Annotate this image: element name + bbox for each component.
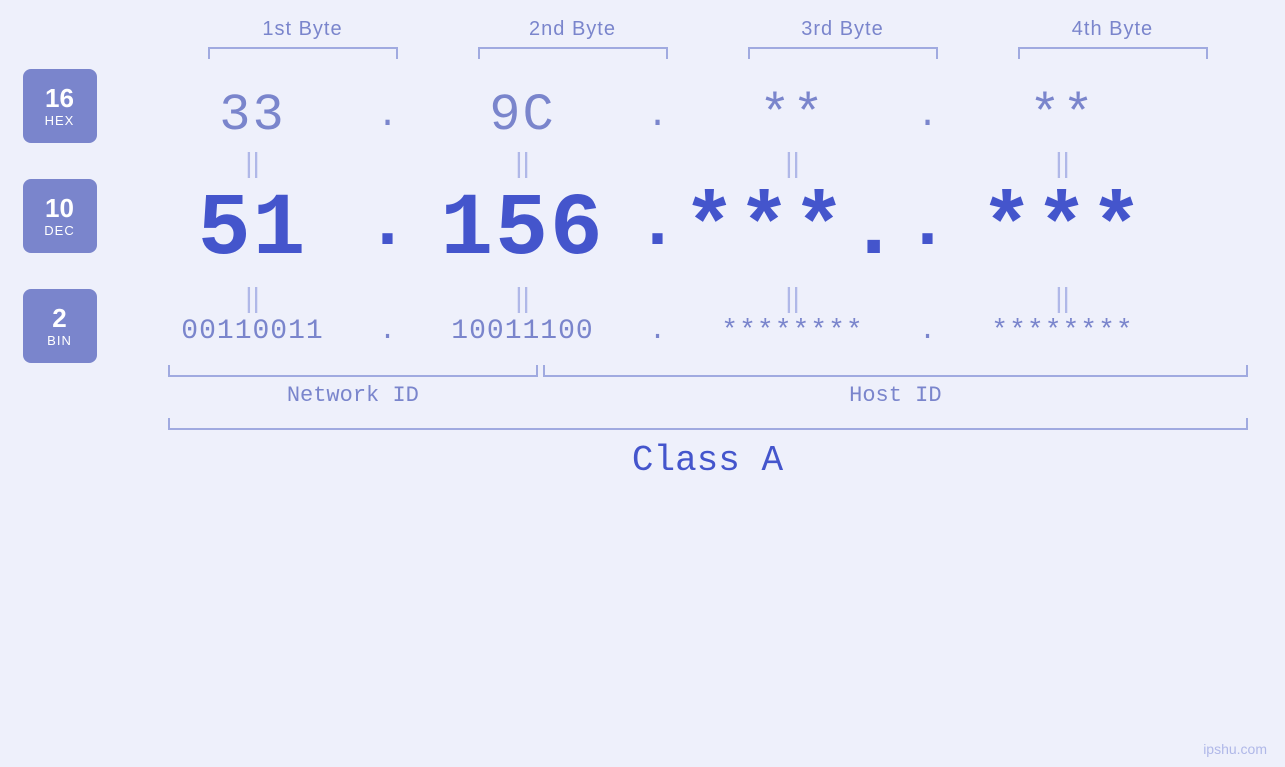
byte2-header: 2nd Byte	[463, 18, 683, 41]
dec-dot2: .	[633, 184, 683, 276]
hex-byte1-value: 33	[219, 86, 285, 145]
bin-badge-label: BIN	[47, 333, 72, 348]
hex-badge: 16 HEX	[23, 69, 97, 143]
hex-dot2: .	[633, 95, 683, 136]
hex-byte4: **	[953, 86, 1173, 145]
dec-dot3: .	[903, 184, 953, 276]
hex-badge-number: 16	[45, 84, 74, 113]
bin-byte2: 10011100	[413, 316, 633, 347]
outer-bracket	[168, 418, 1248, 430]
bin-byte2-value: 10011100	[451, 316, 593, 347]
dec-byte3: ***.	[683, 181, 903, 280]
eq1-byte2: ||	[413, 147, 633, 179]
top-brackets	[168, 47, 1248, 59]
hex-badge-label: HEX	[45, 113, 75, 128]
dec-badge-label: DEC	[44, 223, 74, 238]
bottom-brackets-row	[168, 365, 1248, 377]
eq2-byte2: ||	[413, 282, 633, 314]
host-bracket	[543, 365, 1247, 377]
hex-byte2-value: 9C	[489, 86, 555, 145]
hex-byte3: **	[683, 86, 903, 145]
byte-headers: 1st Byte 2nd Byte 3rd Byte 4th Byte	[168, 18, 1248, 41]
dec-byte4: ***	[953, 181, 1173, 280]
dec-dot1: .	[363, 184, 413, 276]
bin-badge-number: 2	[52, 304, 66, 333]
eq1-byte1: ||	[143, 147, 363, 179]
byte3-header: 3rd Byte	[733, 18, 953, 41]
bracket-byte1	[208, 47, 398, 59]
bin-byte4-value: ********	[991, 316, 1133, 347]
bin-byte3-value: ********	[721, 316, 863, 347]
bin-byte3: ********	[683, 316, 903, 347]
hex-row: 33 . 9C . ** . **	[143, 86, 1263, 145]
bracket-byte2	[478, 47, 668, 59]
eq-row-2: || || || ||	[143, 282, 1263, 314]
dec-byte1: 51	[143, 181, 363, 280]
eq2-byte3: ||	[683, 282, 903, 314]
eq-row-1: || || || ||	[143, 147, 1263, 179]
bin-dot3: .	[903, 316, 953, 347]
eq1-byte4: ||	[953, 147, 1173, 179]
hex-dot3: .	[903, 95, 953, 136]
bin-row: 00110011 . 10011100 . ******** . *******…	[143, 316, 1263, 347]
data-grid: 33 . 9C . ** . ** || ||	[143, 86, 1263, 347]
badges-column: 16 HEX 10 DEC 2 BIN	[23, 69, 143, 363]
bin-badge: 2 BIN	[23, 289, 97, 363]
dec-byte1-value: 51	[198, 181, 308, 280]
class-label: Class A	[168, 440, 1248, 481]
eq1-byte3: ||	[683, 147, 903, 179]
bin-byte1-value: 00110011	[181, 316, 323, 347]
bin-dot1: .	[363, 316, 413, 347]
bottom-section: Network ID Host ID	[168, 365, 1248, 408]
bracket-labels-row: Network ID Host ID	[168, 383, 1248, 408]
bracket-byte3	[748, 47, 938, 59]
network-bracket	[168, 365, 539, 377]
bin-byte1: 00110011	[143, 316, 363, 347]
bracket-byte4	[1018, 47, 1208, 59]
dec-byte2-value: 156	[440, 181, 604, 280]
dec-byte4-value: ***	[980, 181, 1144, 280]
dec-badge: 10 DEC	[23, 179, 97, 253]
watermark: ipshu.com	[1203, 741, 1267, 757]
hex-byte3-value: **	[759, 86, 825, 145]
byte1-header: 1st Byte	[193, 18, 413, 41]
host-id-label: Host ID	[543, 383, 1247, 408]
hex-byte1: 33	[143, 86, 363, 145]
dec-badge-number: 10	[45, 194, 74, 223]
eq2-byte4: ||	[953, 282, 1173, 314]
eq2-byte1: ||	[143, 282, 363, 314]
bin-byte4: ********	[953, 316, 1173, 347]
network-id-label: Network ID	[168, 383, 539, 408]
main-grid: 16 HEX 10 DEC 2 BIN 33 . 9C	[23, 69, 1263, 363]
hex-byte2: 9C	[413, 86, 633, 145]
dec-byte3-value: ***.	[683, 181, 902, 280]
dec-byte2: 156	[413, 181, 633, 280]
bin-dot2: .	[633, 316, 683, 347]
hex-dot1: .	[363, 95, 413, 136]
dec-row: 51 . 156 . ***. . ***	[143, 181, 1263, 280]
main-container: 1st Byte 2nd Byte 3rd Byte 4th Byte 16 H…	[0, 0, 1285, 767]
hex-byte4-value: **	[1029, 86, 1095, 145]
byte4-header: 4th Byte	[1003, 18, 1223, 41]
